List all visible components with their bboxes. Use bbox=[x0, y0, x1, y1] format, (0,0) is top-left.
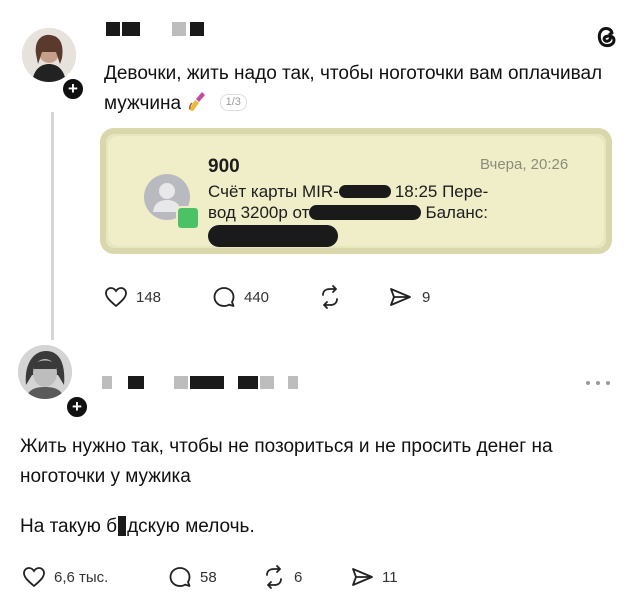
like-count: 6,6 тыс. bbox=[54, 569, 109, 586]
sms-time: Вчера, 20:26 bbox=[480, 156, 569, 173]
sms-body: Счёт карты MIR- 18:25 Пере- вод 3200р от Б… bbox=[208, 181, 538, 247]
send-icon[interactable] bbox=[350, 565, 374, 589]
avatar[interactable] bbox=[18, 345, 72, 399]
sms-line-1: Счёт карты MIR- 18:25 Пере- bbox=[208, 181, 538, 202]
thread-line bbox=[51, 112, 54, 340]
avatar[interactable] bbox=[22, 28, 76, 82]
username-censor-block bbox=[190, 22, 204, 36]
heart-icon[interactable] bbox=[104, 285, 128, 309]
reply-text-start: На такую б bbox=[20, 516, 118, 537]
reply-text-second: На такую б дскую мелочь. bbox=[20, 512, 255, 542]
follow-plus-icon[interactable]: + bbox=[64, 394, 90, 420]
username-censor-block bbox=[238, 376, 258, 389]
like-count: 148 bbox=[136, 289, 162, 306]
repost-icon[interactable] bbox=[318, 285, 342, 309]
image-counter: 1/3 bbox=[219, 94, 247, 111]
sms-line-1-start: Счёт карты MIR- bbox=[208, 182, 339, 201]
follow-plus-icon[interactable]: + bbox=[60, 76, 86, 102]
share-count: 11 bbox=[382, 569, 398, 586]
threads-logo-icon[interactable] bbox=[592, 22, 622, 52]
sms-line-2-end: Баланс: bbox=[425, 203, 489, 222]
sms-line-2: вод 3200р от Баланс: bbox=[208, 202, 538, 223]
repost-icon[interactable] bbox=[262, 565, 286, 589]
username-censor-block bbox=[172, 22, 186, 36]
sender-name-censor bbox=[309, 205, 422, 220]
username-censor-block bbox=[122, 22, 140, 36]
sms-line-1-end: 18:25 Пере- bbox=[394, 182, 489, 201]
username-censor-block bbox=[190, 376, 224, 389]
share-count: 9 bbox=[422, 289, 431, 306]
notification-body: 900 Вчера, 20:26 Счёт карты MIR- 18:25 Пе… bbox=[108, 136, 604, 247]
sms-sender: 900 bbox=[208, 156, 240, 177]
post-text: Девочки, жить надо так, чтобы ноготочки … bbox=[104, 59, 604, 119]
send-icon[interactable] bbox=[388, 285, 412, 309]
username-censor-block bbox=[106, 22, 120, 36]
username-censor-block bbox=[260, 376, 274, 389]
comment-icon[interactable] bbox=[212, 285, 236, 309]
reply-text: Жить нужно так, чтобы не позориться и не… bbox=[20, 436, 553, 487]
post-image-notification[interactable]: 900 Вчера, 20:26 Счёт карты MIR- 18:25 Пе… bbox=[100, 128, 612, 254]
post-text-content: Девочки, жить надо так, чтобы ноготочки … bbox=[104, 63, 603, 114]
comment-count: 58 bbox=[200, 569, 217, 586]
card-number-censor bbox=[338, 185, 391, 198]
balance-censor bbox=[208, 225, 338, 247]
nail-polish-icon bbox=[189, 92, 206, 111]
repost-count: 6 bbox=[294, 569, 303, 586]
username-censor-block bbox=[174, 376, 188, 389]
username-censor-block bbox=[288, 376, 298, 389]
messages-app-icon bbox=[176, 206, 200, 230]
more-icon[interactable] bbox=[584, 379, 612, 387]
username-censor-block bbox=[128, 376, 144, 389]
heart-icon[interactable] bbox=[22, 565, 46, 589]
sms-line-2-start: вод 3200р от bbox=[208, 203, 310, 222]
comment-count: 440 bbox=[244, 289, 270, 306]
reply-text-end: дскую мелочь. bbox=[127, 516, 255, 537]
word-censor bbox=[118, 516, 127, 536]
username-censor-block bbox=[102, 376, 112, 389]
comment-icon[interactable] bbox=[168, 565, 192, 589]
